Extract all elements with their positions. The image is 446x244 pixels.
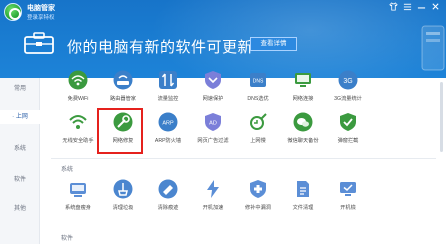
tool-label: 流量监控 [157, 96, 179, 102]
tool-label: 网速保护 [202, 96, 224, 102]
tool-wechat-backup[interactable]: 微信聊天备份 [283, 112, 323, 160]
clean-junk-icon [113, 179, 133, 199]
3g-traffic-icon: 3G [338, 70, 358, 90]
tool-label: 开机檢 [340, 205, 356, 211]
tool-label: 清理垃圾 [112, 205, 134, 211]
tool-boot-speedup[interactable]: 开机加速 [193, 179, 233, 227]
tool-label: 修补中漏洞 [245, 205, 271, 211]
router-icon [113, 70, 133, 90]
tool-popup-block[interactable]: 弹窗拦截 [328, 112, 368, 160]
sidebar-item-other[interactable]: 其他 [0, 202, 40, 216]
svg-text:ARP: ARP [162, 121, 174, 127]
disk-slim-icon [70, 183, 86, 197]
section-label-software: 软件 [61, 236, 74, 242]
tool-label: 路由器管家 [110, 96, 136, 102]
arp-firewall-icon: ARP [158, 112, 178, 132]
erase-traces-icon [158, 179, 178, 199]
sidebar-item-common[interactable]: 常用 [0, 82, 40, 96]
traffic-monitor-icon [159, 71, 177, 89]
divider [51, 158, 436, 159]
ad-filter-icon: AD [205, 113, 221, 131]
tool-clean-junk[interactable]: 清理垃圾 [103, 179, 143, 227]
highlight-box [97, 108, 143, 154]
tool-network-connection[interactable]: 网络连接 [283, 70, 323, 118]
boot-speedup-icon [207, 180, 219, 198]
tool-label: 文件清理 [292, 205, 314, 211]
tool-label: 系统盘瘦身 [65, 205, 91, 211]
dns-icon: DNS [250, 73, 266, 87]
slow-net-icon [250, 113, 267, 130]
tool-patch-vuln[interactable]: 修补中漏洞 [238, 179, 278, 227]
skin-icon[interactable] [388, 2, 399, 14]
scrollbar[interactable] [440, 82, 443, 152]
settings-icon[interactable] [402, 2, 413, 14]
tool-file-clean[interactable]: 文件清理 [283, 179, 323, 227]
tool-panel: 免费WiFi 路由器管家 流量监控 网速保护 DNS DNS选优 网络连接 3G… [41, 70, 446, 244]
decorative-graphic [421, 25, 445, 71]
tool-traffic-monitor[interactable]: 流量监控 [148, 70, 188, 118]
tool-label: 上网慢 [250, 138, 266, 144]
tool-label: 网页广告过滤 [197, 138, 229, 144]
tool-3g-traffic[interactable]: 3G 3G流量统计 [328, 70, 368, 118]
header-banner: 电脑管家 登录享特权 你的电脑有新的软件可更新 查看详情 [0, 0, 446, 78]
shield-speed-icon [205, 71, 221, 89]
tool-label: 开机加速 [202, 205, 224, 211]
tool-arp-firewall[interactable]: ARP ARP防火墙 [148, 112, 188, 160]
patch-vuln-icon [250, 180, 266, 198]
tool-speed-protect[interactable]: 网速保护 [193, 70, 233, 118]
sidebar-item-system[interactable]: 系统 [0, 142, 40, 156]
tool-label: 微信聊天备份 [287, 138, 319, 144]
svg-text:AD: AD [209, 121, 217, 127]
app-logo-icon [4, 3, 22, 21]
wifi-security-icon [69, 115, 87, 129]
sidebar-item-software[interactable]: 软件 [0, 173, 40, 187]
tool-wifi-security[interactable]: 无线安全助手 [58, 112, 98, 160]
file-clean-icon [297, 181, 309, 197]
tool-label: DNS选优 [247, 96, 269, 102]
sidebar-item-internet[interactable]: · 上网 [0, 110, 40, 124]
tool-boot-check[interactable]: 开机檢 [328, 179, 368, 227]
tool-erase-traces[interactable]: 清除痕迹 [148, 179, 188, 227]
tool-label: 免费WiFi [67, 96, 89, 102]
tool-ad-filter[interactable]: AD 网页广告过滤 [193, 112, 233, 160]
minimize-icon[interactable] [416, 2, 427, 14]
tool-label: ARP防火墙 [154, 138, 182, 144]
briefcase-icon [24, 32, 54, 54]
login-link[interactable]: 登录享特权 [27, 13, 55, 21]
tool-label: 3G流量统计 [334, 96, 362, 102]
section-label-system: 系统 [61, 167, 74, 173]
tool-label: 清除痕迹 [157, 205, 179, 211]
tool-slow-internet[interactable]: 上网慢 [238, 112, 278, 160]
tool-label: 弹窗拦截 [337, 138, 359, 144]
update-headline: 你的电脑有新的软件可更新 [67, 39, 254, 56]
app-title: 电脑管家 [27, 5, 55, 12]
svg-text:DNS: DNS [253, 79, 264, 85]
wifi-icon [68, 70, 88, 90]
network-connection-icon [295, 73, 311, 87]
tool-disk-slim[interactable]: 系统盘瘦身 [58, 179, 98, 227]
tool-dns-select[interactable]: DNS DNS选优 [238, 70, 278, 118]
close-icon[interactable] [430, 2, 441, 14]
tool-label: 无线安全助手 [62, 138, 94, 144]
svg-text:3G: 3G [343, 78, 352, 85]
wechat-backup-icon [293, 112, 313, 132]
view-details-button[interactable]: 查看详情 [250, 37, 297, 51]
tool-free-wifi[interactable]: 免费WiFi [58, 70, 98, 118]
boot-check-icon [340, 182, 356, 196]
popup-block-icon [340, 113, 356, 131]
sidebar: 常用 · 上网 系统 软件 其他 [0, 78, 40, 244]
tool-label: 网络连接 [292, 96, 314, 102]
